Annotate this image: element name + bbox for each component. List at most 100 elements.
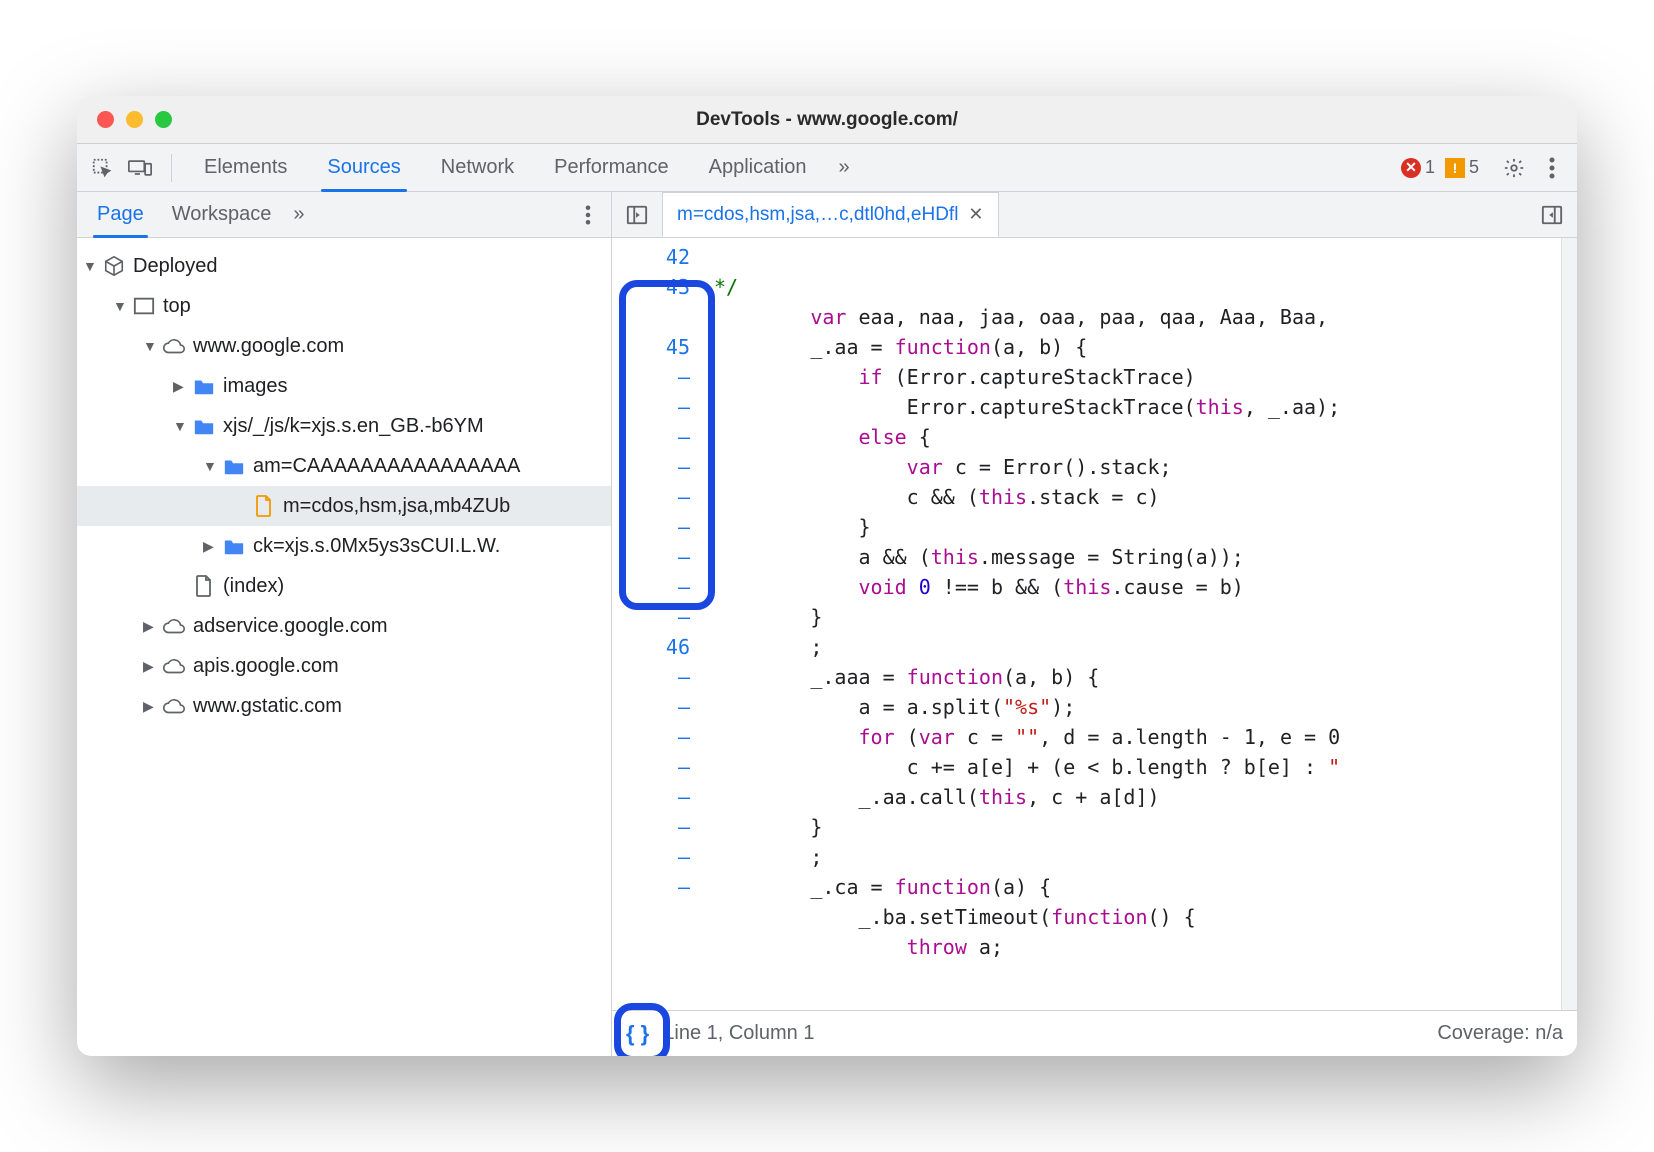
editor-tab-open-file[interactable]: m=cdos,hsm,jsa,…c,dtl0hd,eHDfl ✕ [662, 192, 999, 237]
toggle-debugger-icon[interactable] [1535, 198, 1569, 232]
tree-label: www.google.com [193, 333, 344, 359]
line-number[interactable] [616, 902, 690, 932]
cloud-icon [161, 693, 187, 719]
more-icon[interactable] [1535, 151, 1569, 185]
tree-label: ck=xjs.s.0Mx5ys3sCUI.L.W. [253, 533, 500, 559]
tree-row[interactable]: m=cdos,hsm,jsa,mb4ZUb [77, 486, 611, 526]
warning-count[interactable]: ! 5 [1445, 157, 1479, 178]
line-number[interactable]: – [616, 662, 690, 692]
settings-icon[interactable] [1497, 151, 1531, 185]
pretty-print-button[interactable]: { } [626, 1021, 649, 1047]
close-window-button[interactable] [97, 111, 114, 128]
line-number[interactable]: – [616, 782, 690, 812]
tab-sources[interactable]: Sources [309, 144, 418, 191]
tree-label: top [163, 293, 191, 319]
tree-label: Deployed [133, 253, 218, 279]
tree-label: www.gstatic.com [193, 693, 342, 719]
error-count[interactable]: ✕ 1 [1401, 157, 1435, 178]
code-content[interactable]: */ var eaa, naa, jaa, oaa, paa, qaa, Aaa… [708, 238, 1561, 1010]
chevron-right-icon[interactable]: ▶ [143, 697, 161, 715]
line-number[interactable]: – [616, 602, 690, 632]
tabs-overflow[interactable]: » [828, 144, 859, 191]
tree-row[interactable]: ▼ www.google.com [77, 326, 611, 366]
chevron-down-icon[interactable]: ▼ [173, 417, 191, 435]
folder-icon [191, 413, 217, 439]
tree-row[interactable]: ▼am=CAAAAAAAAAAAAAAAA [77, 446, 611, 486]
line-gutter[interactable]: 424345–––––––––46–––––––– [612, 238, 708, 1010]
maximize-window-button[interactable] [155, 111, 172, 128]
tab-network[interactable]: Network [423, 144, 532, 191]
file-tree[interactable]: ▼Deployed▼top▼www.google.com▶images▼xjs/… [77, 238, 611, 1056]
line-number[interactable]: – [616, 392, 690, 422]
sidebar-tabs-overflow[interactable]: » [285, 192, 312, 237]
line-number[interactable]: – [616, 542, 690, 572]
chevron-right-icon[interactable]: ▶ [173, 377, 191, 395]
toggle-navigator-icon[interactable] [620, 198, 654, 232]
tree-row[interactable]: ▼ xjs/_/js/k=xjs.s.en_GB.-b6YM [77, 406, 611, 446]
line-number[interactable]: 46 [616, 632, 690, 662]
chevron-down-icon[interactable]: ▼ [83, 257, 101, 275]
line-number[interactable]: – [616, 452, 690, 482]
tab-elements[interactable]: Elements [186, 144, 305, 191]
chevron-down-icon[interactable]: ▼ [203, 457, 221, 475]
device-icon[interactable] [123, 151, 157, 185]
line-number[interactable]: – [616, 692, 690, 722]
scrollbar[interactable] [1561, 238, 1577, 1010]
line-number[interactable]: – [616, 812, 690, 842]
tree-row[interactable]: ▶ ck=xjs.s.0Mx5ys3sCUI.L.W. [77, 526, 611, 566]
cloud-icon [161, 653, 187, 679]
tree-row[interactable]: ▶ images [77, 366, 611, 406]
tab-application[interactable]: Application [691, 144, 825, 191]
chevron-right-icon[interactable]: ▶ [143, 617, 161, 635]
chevron-down-icon[interactable]: ▼ [113, 297, 131, 315]
line-number[interactable]: 42 [616, 242, 690, 272]
tree-row[interactable]: ▶ adservice.google.com [77, 606, 611, 646]
line-number[interactable]: – [616, 422, 690, 452]
line-number[interactable]: – [616, 842, 690, 872]
tree-row[interactable]: ▼ Deployed [77, 246, 611, 286]
line-number[interactable] [616, 302, 690, 332]
navigator-sidebar: Page Workspace » ▼Deployed▼top▼www.googl… [77, 192, 612, 1056]
frame-icon [131, 293, 157, 319]
tree-row[interactable]: ▶ apis.google.com [77, 646, 611, 686]
folder-icon [191, 373, 217, 399]
tree-label: xjs/_/js/k=xjs.s.en_GB.-b6YM [223, 413, 484, 439]
tree-row[interactable]: ▶ www.gstatic.com [77, 686, 611, 726]
minimize-window-button[interactable] [126, 111, 143, 128]
doc-icon [191, 573, 217, 599]
line-number[interactable]: – [616, 872, 690, 902]
chevron-down-icon[interactable]: ▼ [143, 337, 161, 355]
cloud-icon [161, 613, 187, 639]
tree-label: apis.google.com [193, 653, 339, 679]
window-titlebar: DevTools - www.google.com/ [77, 96, 1577, 144]
line-number[interactable]: – [616, 482, 690, 512]
error-icon: ✕ [1401, 158, 1421, 178]
chevron-right-icon[interactable]: ▶ [203, 537, 221, 555]
line-number[interactable]: – [616, 722, 690, 752]
line-number[interactable]: – [616, 362, 690, 392]
tree-label: adservice.google.com [193, 613, 388, 639]
warning-icon: ! [1445, 158, 1465, 178]
sidebar-tab-page[interactable]: Page [83, 192, 158, 237]
line-number[interactable]: 43 [616, 272, 690, 302]
line-number[interactable]: – [616, 572, 690, 602]
tab-performance[interactable]: Performance [536, 144, 687, 191]
box-icon [101, 253, 127, 279]
tree-label: images [223, 373, 287, 399]
sidebar-tab-workspace[interactable]: Workspace [158, 192, 286, 237]
inspect-icon[interactable] [85, 151, 119, 185]
folder-icon [221, 533, 247, 559]
line-number[interactable]: – [616, 752, 690, 782]
tree-label: (index) [223, 573, 284, 599]
cursor-position: Line 1, Column 1 [663, 1022, 814, 1045]
line-number[interactable]: – [616, 512, 690, 542]
window-title: DevTools - www.google.com/ [77, 109, 1577, 131]
chevron-right-icon[interactable]: ▶ [143, 657, 161, 675]
line-number[interactable]: 45 [616, 332, 690, 362]
sidebar-more-icon[interactable] [571, 198, 605, 232]
coverage-status: Coverage: n/a [1437, 1022, 1563, 1045]
code-editor[interactable]: 424345–––––––––46–––––––– */ var eaa, na… [612, 238, 1577, 1010]
tree-row[interactable]: (index) [77, 566, 611, 606]
tree-row[interactable]: ▼ top [77, 286, 611, 326]
close-tab-icon[interactable]: ✕ [968, 204, 983, 225]
